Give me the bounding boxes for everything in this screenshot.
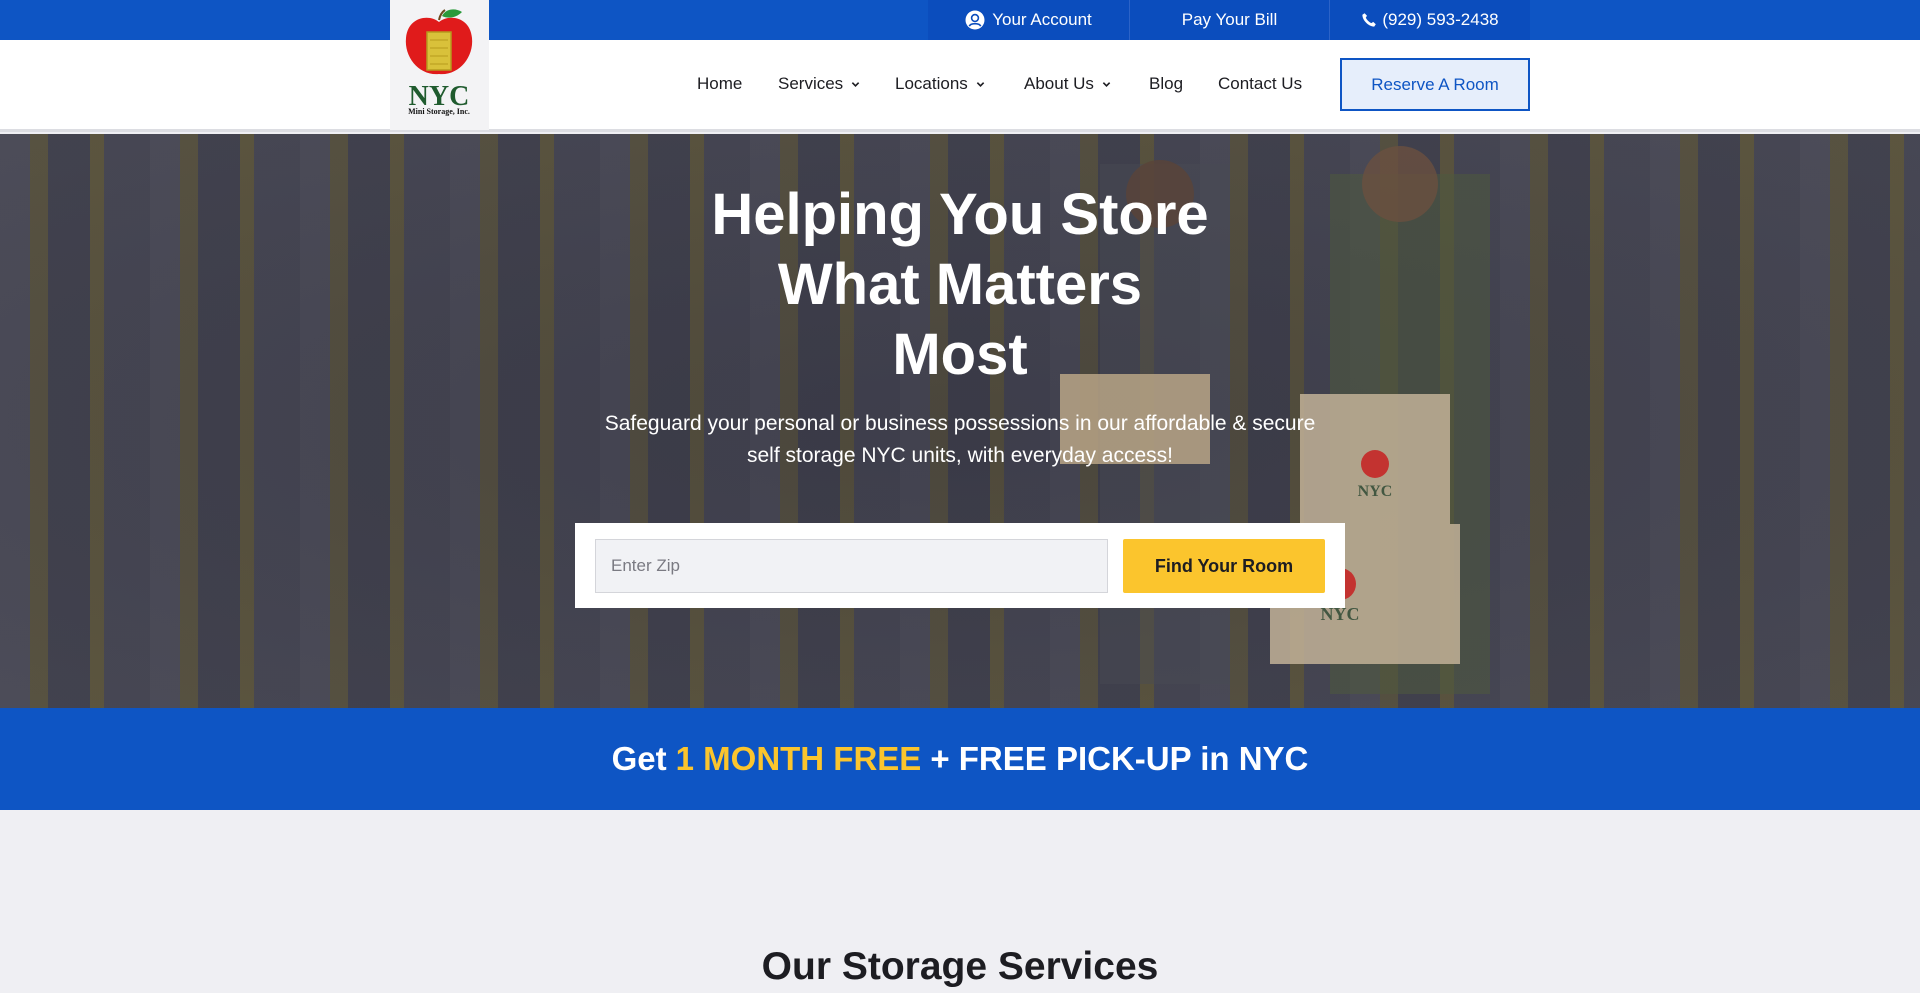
zip-search-form: Find Your Room: [575, 523, 1345, 608]
hero-title-line: What Matters: [777, 252, 1143, 317]
promo-prefix: Get: [611, 740, 667, 777]
reserve-a-room-label: Reserve A Room: [1371, 74, 1499, 94]
find-your-room-button[interactable]: Find Your Room: [1123, 539, 1325, 593]
phone-link[interactable]: (929) 593-2438: [1329, 0, 1530, 40]
nav-services[interactable]: Services: [778, 40, 860, 128]
chevron-down-icon: [1102, 80, 1111, 89]
chevron-down-icon: [851, 80, 860, 89]
promo-banner: Get 1 MONTH FREE + FREE PICK-UP in NYC: [0, 708, 1920, 810]
pay-your-bill-link[interactable]: Pay Your Bill: [1129, 0, 1329, 40]
hero-subtitle: Safeguard your personal or business poss…: [604, 412, 1316, 467]
nav-about-us-label: About Us: [1024, 74, 1094, 93]
promo-suffix: + FREE PICK-UP in NYC: [930, 740, 1309, 777]
your-account-label: Your Account: [992, 10, 1092, 29]
promo-highlight: 1 MONTH FREE: [675, 740, 922, 777]
top-utility-bar: Your Account Pay Your Bill (929) 593-243…: [0, 0, 1920, 40]
nav-contact-us[interactable]: Contact Us: [1218, 40, 1302, 128]
logo-subtitle: Mini Storage, Inc.: [408, 107, 470, 116]
user-circle-icon: [965, 10, 985, 30]
hero-section: NYC NYC Helping You Store What Matters M…: [0, 134, 1920, 708]
phone-number: (929) 593-2438: [1382, 10, 1499, 29]
chevron-down-icon: [976, 80, 985, 89]
reserve-a-room-button[interactable]: Reserve A Room: [1340, 58, 1530, 111]
site-logo[interactable]: NYC Mini Storage, Inc.: [390, 0, 489, 130]
services-section-title: Our Storage Services: [761, 945, 1159, 988]
hero-title-line: Most: [892, 322, 1028, 387]
nav-about-us[interactable]: About Us: [1024, 40, 1111, 128]
zip-input[interactable]: [595, 539, 1108, 593]
nav-blog-label: Blog: [1149, 74, 1184, 93]
hero-title: Helping You Store What Matters Most: [0, 180, 1920, 390]
nav-home[interactable]: Home: [697, 40, 742, 128]
nav-contact-us-label: Contact Us: [1218, 74, 1303, 93]
nav-home-label: Home: [697, 74, 743, 93]
your-account-link[interactable]: Your Account: [928, 0, 1129, 40]
box-logo-text: NYC: [1358, 483, 1393, 500]
hero-title-line: Helping You Store: [711, 182, 1209, 247]
apple-logo-icon: NYC Mini Storage, Inc.: [405, 9, 473, 116]
nav-locations[interactable]: Locations: [895, 40, 985, 128]
phone-icon: [1361, 12, 1377, 28]
pay-your-bill-label: Pay Your Bill: [1181, 10, 1278, 29]
top-utility-links: Your Account Pay Your Bill (929) 593-243…: [928, 0, 1530, 40]
nav-blog[interactable]: Blog: [1149, 40, 1183, 128]
nav-locations-label: Locations: [895, 74, 968, 93]
nav-services-label: Services: [778, 74, 844, 93]
main-nav: Home Services Locations About Us Blog Co…: [0, 40, 1920, 132]
